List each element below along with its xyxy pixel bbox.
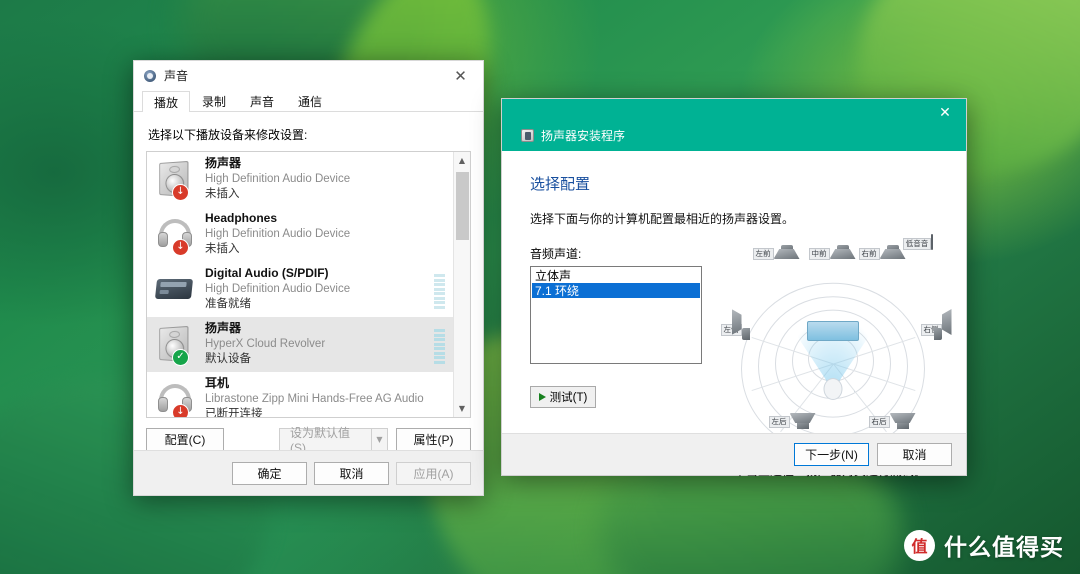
tab-recording[interactable]: 录制	[190, 90, 238, 111]
scrollbar-thumb[interactable]	[456, 172, 469, 240]
wizard-body: 选择配置 选择下面与你的计算机配置最相近的扬声器设置。 音频声道: 立体声 7.…	[502, 151, 966, 478]
device-state: 准备就绪	[205, 298, 251, 311]
tab-playback[interactable]: 播放	[142, 91, 191, 112]
play-icon	[538, 393, 546, 401]
device-action-button-row: 配置(C) 设为默认值(S) ▼ 属性(P)	[146, 426, 471, 455]
speaker-subwoofer[interactable]: 低音音	[898, 234, 938, 250]
device-state: 默认设备	[205, 353, 251, 366]
device-state: 未插入	[205, 243, 240, 256]
sound-dialog-window: 声音 ✕ 播放 录制 声音 通信 选择以下播放设备来修改设置: ↓ 扬声器 Hi…	[133, 60, 484, 496]
audio-channels-listbox[interactable]: 立体声 7.1 环绕	[530, 266, 702, 364]
test-button[interactable]: 测试(T)	[530, 386, 596, 408]
device-driver: High Definition Audio Device	[205, 173, 351, 186]
list-item[interactable]: Digital Audio (S/PDIF) High Definition A…	[147, 262, 453, 317]
sound-tab-strip: 播放 录制 声音 通信	[134, 90, 483, 112]
wizard-app-icon	[521, 129, 534, 142]
watermark-text: 什么值得买	[944, 534, 1064, 560]
device-name: 扬声器	[205, 321, 242, 336]
sound-dialog-title: 声音	[164, 69, 189, 83]
playback-device-list[interactable]: ↓ 扬声器 High Definition Audio Device 未插入 ↓	[146, 151, 471, 418]
headphone-icon: ↓	[155, 379, 195, 417]
wizard-subtitle: 选择下面与你的计算机配置最相近的扬声器设置。	[530, 212, 795, 226]
tab-sounds[interactable]: 声音	[238, 90, 286, 111]
sound-dialog-body: 选择以下播放设备来修改设置: ↓ 扬声器 High Definition Aud…	[134, 112, 483, 495]
wizard-footer: 下一步(N) 取消	[502, 433, 966, 475]
set-default-button[interactable]: 设为默认值(S)	[279, 426, 371, 455]
device-driver: High Definition Audio Device	[205, 228, 351, 241]
device-name: 扬声器	[205, 156, 242, 171]
unplugged-badge-icon: ↓	[172, 238, 189, 256]
speaker-front-left[interactable]: 左前	[746, 245, 780, 260]
speaker-setup-window: ✕ 扬声器安装程序 选择配置 选择下面与你的计算机配置最相近的扬声器设置。 音频…	[501, 98, 967, 478]
speaker-side-left[interactable]: 左侧	[716, 321, 746, 336]
subwoofer-icon	[931, 234, 934, 250]
device-list-scrollbar[interactable]: ▲ ▼	[453, 152, 470, 417]
properties-button[interactable]: 属性(P)	[396, 428, 471, 451]
volume-meter	[434, 271, 445, 309]
volume-meter	[434, 326, 445, 364]
watermark: 值 什么值得买	[904, 528, 1064, 562]
headphone-icon: ↓	[155, 214, 195, 256]
watermark-logo-icon: 值	[904, 529, 935, 561]
list-item[interactable]: ↓ 扬声器 High Definition Audio Device 未插入	[147, 152, 453, 207]
device-name: Headphones	[205, 211, 278, 226]
wizard-content-columns: 音频声道: 立体声 7.1 环绕 测试(T) 左前 中前 右前 低音音 左侧 右…	[530, 234, 942, 478]
page-title: 选择配置	[530, 176, 591, 193]
speaker-icon: ↓	[155, 159, 195, 201]
channel-option-surround-71[interactable]: 7.1 环绕	[532, 283, 700, 298]
speaker-rear-right[interactable]: 右后	[862, 413, 896, 428]
default-device-check-icon: ✓	[172, 348, 189, 366]
ok-button[interactable]: 确定	[232, 461, 307, 485]
tab-communications[interactable]: 通信	[286, 90, 334, 111]
wizard-title: 扬声器安装程序	[541, 129, 626, 143]
close-icon[interactable]: ✕	[924, 99, 966, 126]
configure-button[interactable]: 配置(C)	[146, 428, 224, 451]
wizard-titlebar[interactable]: ✕ 扬声器安装程序	[502, 99, 966, 151]
speaker-front-right[interactable]: 右前	[852, 245, 886, 260]
chevron-down-icon[interactable]: ▼	[371, 428, 388, 451]
speaker-rear-left[interactable]: 左后	[762, 413, 796, 428]
device-state: 已断开连接	[205, 408, 263, 418]
listener-icon	[810, 348, 856, 401]
unplugged-badge-icon: ↓	[172, 183, 189, 201]
device-driver: HyperX Cloud Revolver	[205, 338, 326, 351]
list-item[interactable]: ↓ Headphones High Definition Audio Devic…	[147, 207, 453, 262]
wizard-cancel-button[interactable]: 取消	[877, 443, 952, 466]
channels-label: 音频声道:	[530, 247, 582, 261]
scroll-down-icon[interactable]: ▼	[454, 400, 470, 417]
screen-icon	[807, 320, 859, 341]
sound-titlebar[interactable]: 声音 ✕	[134, 61, 483, 90]
device-state: 未插入	[205, 188, 240, 201]
spdif-icon	[154, 269, 195, 311]
list-item[interactable]: ↓ 耳机 Librastone Zipp Mini Hands-Free AG …	[147, 372, 453, 418]
test-button-label: 测试(T)	[549, 392, 588, 404]
device-driver: Librastone Zipp Mini Hands-Free AG Audio	[205, 393, 424, 406]
cancel-button[interactable]: 取消	[314, 461, 389, 485]
speaker-side-right[interactable]: 右侧	[916, 321, 946, 336]
channel-option-stereo[interactable]: 立体声	[532, 268, 700, 283]
speaker-layout-diagram[interactable]: 左前 中前 右前 低音音 左侧 右侧 左后 右后	[716, 234, 942, 478]
sound-app-icon	[143, 69, 157, 83]
speaker-icon: ✓	[155, 324, 195, 366]
next-button[interactable]: 下一步(N)	[794, 443, 869, 466]
playback-hint-text: 选择以下播放设备来修改设置:	[148, 128, 308, 142]
device-name: Digital Audio (S/PDIF)	[205, 266, 329, 281]
dialog-footer-buttons: 确定 取消 应用(A)	[134, 450, 483, 495]
device-name: 耳机	[205, 376, 230, 391]
channels-panel: 音频声道: 立体声 7.1 环绕 测试(T)	[530, 245, 706, 457]
list-item-selected[interactable]: ✓ 扬声器 HyperX Cloud Revolver 默认设备	[147, 317, 453, 372]
disconnected-badge-icon: ↓	[172, 403, 189, 417]
apply-button[interactable]: 应用(A)	[396, 461, 471, 485]
device-driver: High Definition Audio Device	[205, 283, 351, 296]
set-default-split-button[interactable]: 设为默认值(S) ▼	[279, 426, 388, 455]
device-list-scroll-area: ↓ 扬声器 High Definition Audio Device 未插入 ↓	[147, 152, 453, 417]
scroll-up-icon[interactable]: ▲	[454, 152, 470, 169]
speaker-front-center[interactable]: 中前	[802, 245, 836, 260]
close-icon[interactable]: ✕	[438, 61, 483, 90]
